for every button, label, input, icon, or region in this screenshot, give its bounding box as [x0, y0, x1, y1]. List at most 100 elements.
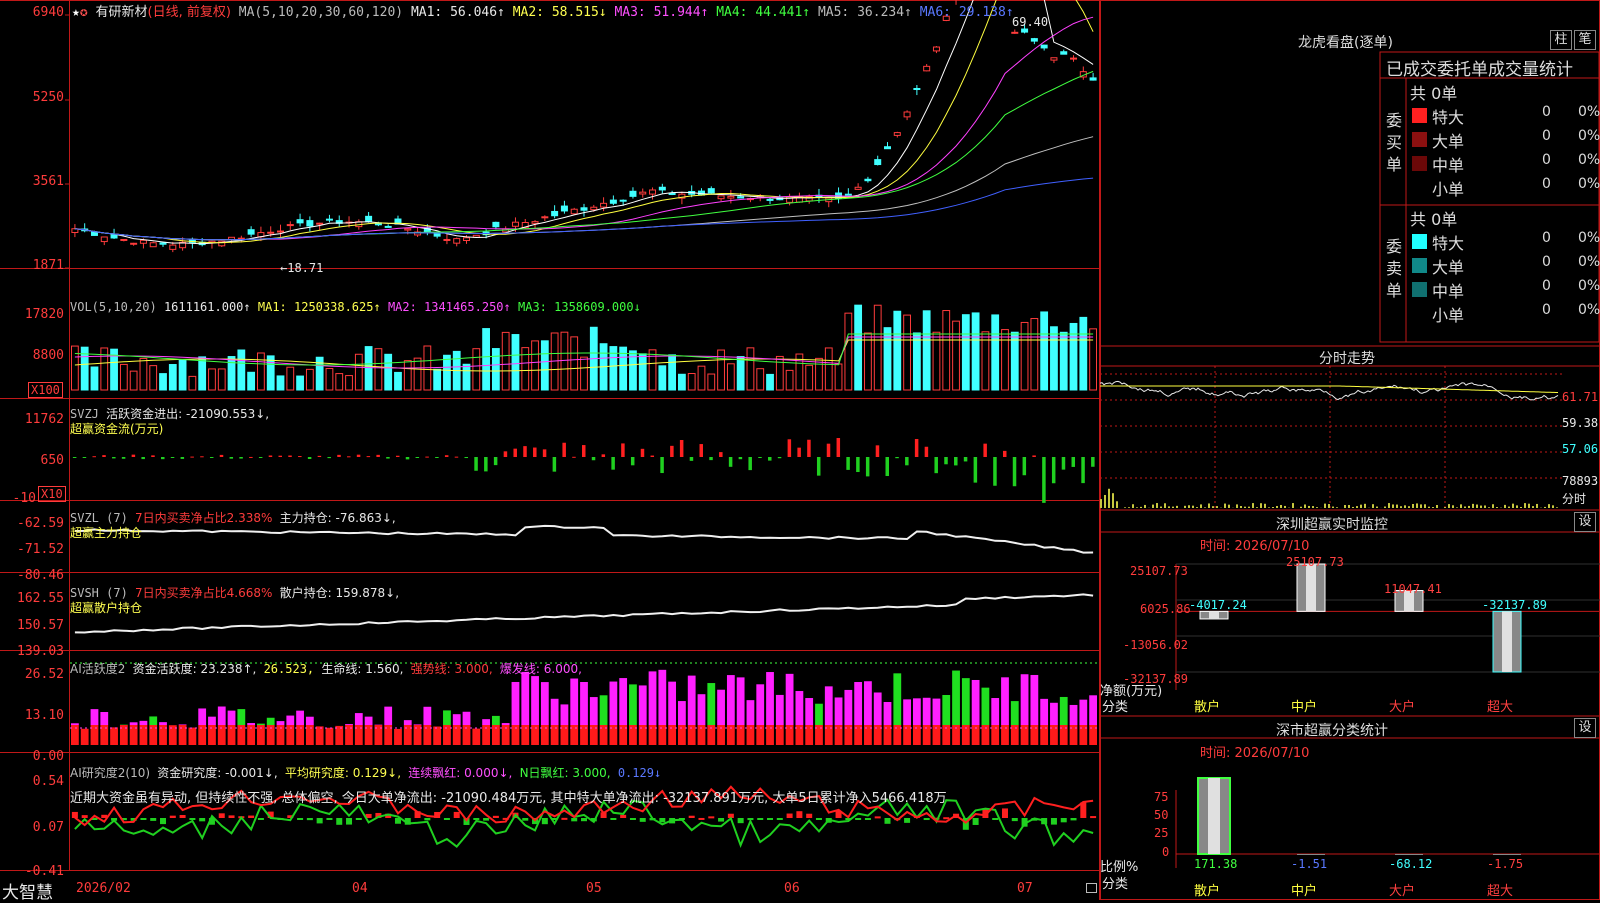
vol-unit-badge: X100 — [28, 382, 63, 398]
intraday-volume-bar — [1208, 503, 1210, 508]
flow-bar — [553, 457, 557, 472]
candle-body — [405, 229, 411, 230]
activity-bar — [91, 709, 99, 725]
buy-orders-label: 委买单 — [1386, 110, 1406, 176]
flow-bar — [445, 455, 449, 457]
volume-bar — [541, 341, 548, 390]
intraday-volume-bar — [1224, 504, 1226, 508]
sell-row-name-0: 特大 — [1432, 230, 1464, 254]
candle-body — [1022, 29, 1028, 32]
buy-row-name-1: 大单 — [1432, 128, 1464, 152]
flow-bar — [846, 457, 850, 470]
sz-monitor-settings-button[interactable]: 设 — [1574, 512, 1596, 532]
research-line-green — [75, 800, 1093, 847]
research-bar — [307, 818, 313, 820]
svzj-unit-badge: X10 — [38, 486, 66, 502]
ai-research-header: AI研究度2(10) 资金研究度: -0.001↓, 平均研究度: 0.129↓… — [70, 764, 661, 781]
flow-bar — [641, 449, 645, 457]
activity-bar — [815, 704, 823, 725]
svsh-subtitle: 超赢散户持仓 — [70, 599, 142, 616]
research-bar — [424, 818, 430, 820]
volume-bar — [444, 355, 451, 390]
intraday-volume-bar — [1300, 507, 1302, 508]
right-panel: 龙虎看盘(逐单) 柱 笔 已成交委托单成交量统计 委买单 共 0单 特大00%大… — [1100, 0, 1600, 900]
flow-bar — [748, 457, 752, 470]
intraday-volume-bar — [1436, 505, 1438, 508]
sz-monitor-bar-highlight — [1306, 564, 1316, 611]
flow-bar — [474, 457, 478, 471]
volume-bar — [414, 358, 421, 390]
intraday-volume-bar — [1528, 504, 1530, 508]
stock-chart-area[interactable]: ★✪ 有研新材(日线, 前复权) MA(5,10,20,30,60,120) M… — [0, 0, 1100, 900]
intraday-volume-bar — [1420, 504, 1422, 508]
sz-monitor-category-3: 超大 — [1487, 696, 1513, 715]
sz-stat-title: 深市超赢分类统计 — [1276, 720, 1388, 740]
volume-bar — [355, 354, 362, 390]
intraday-volume-bar — [1372, 504, 1374, 508]
intraday-volume-bar — [1552, 505, 1554, 508]
activity-bar — [737, 677, 745, 725]
intraday-volume-bar — [1328, 504, 1330, 508]
activity-bar — [1050, 703, 1058, 725]
alert-star-icon[interactable]: ✪ — [80, 5, 88, 20]
intraday-volume-bar — [1336, 507, 1338, 508]
intraday-volume-bar — [1544, 507, 1546, 508]
volume-bar — [346, 376, 353, 390]
intraday-volume-bar — [1112, 493, 1114, 508]
intraday-volume-bar — [1392, 504, 1394, 508]
activity-base-bar — [433, 727, 441, 745]
intraday-volume-bar — [1116, 501, 1118, 508]
candle-body — [767, 199, 773, 200]
activity-bar — [688, 676, 696, 725]
svzj-y-label-3: -10 — [0, 491, 36, 506]
tick-mode-button[interactable]: 笔 — [1574, 30, 1596, 50]
volume-bar — [228, 357, 235, 390]
intraday-volume-bar — [1408, 506, 1410, 508]
activity-bar — [1040, 699, 1048, 725]
intraday-volume-bar — [1172, 507, 1174, 508]
buy-row-n-0: 0 — [1542, 104, 1551, 120]
buy-swatch-2 — [1412, 156, 1427, 171]
intraday-volume-bar — [1176, 506, 1178, 508]
volume-bar — [904, 315, 911, 390]
candle-body — [875, 160, 881, 165]
candle-body — [297, 220, 303, 223]
activity-bar — [658, 670, 666, 725]
bar-mode-button[interactable]: 柱 — [1550, 30, 1572, 50]
activity-bar — [864, 681, 872, 725]
svzl-subtitle: 超赢主力持仓 — [70, 524, 142, 541]
sz-stat-bar — [1297, 854, 1325, 855]
intraday-volume-bar — [1508, 507, 1510, 508]
activity-bar — [443, 710, 451, 725]
favorite-star-icon[interactable]: ★ — [72, 5, 80, 20]
lock-icon[interactable] — [1086, 883, 1097, 893]
sell-row-n-3: 0 — [1542, 302, 1551, 318]
intraday-volume-bar — [1264, 504, 1266, 508]
candle-body — [512, 222, 518, 226]
flow-bar — [651, 456, 655, 457]
flow-bar — [1072, 457, 1076, 467]
intraday-price-1: 61.71 — [1562, 390, 1598, 404]
research-bar — [885, 818, 891, 824]
activity-bar — [404, 720, 412, 725]
activity-bar — [795, 691, 803, 725]
flow-bar — [210, 457, 214, 458]
flow-bar — [513, 449, 517, 457]
activity-bar — [1070, 705, 1078, 725]
flow-bar — [161, 457, 165, 459]
flow-bar — [768, 457, 772, 461]
research-bar — [992, 818, 998, 820]
intraday-volume-bar — [1236, 504, 1238, 508]
intraday-volume-bar — [1136, 507, 1138, 508]
volume-bar — [512, 335, 519, 390]
research-bar — [219, 813, 225, 818]
flow-bar — [1052, 457, 1056, 483]
sell-row-n-0: 0 — [1542, 230, 1551, 246]
flow-bar — [171, 457, 175, 458]
flow-bar — [386, 457, 390, 459]
research-bar — [620, 815, 626, 818]
intraday-volume-bar — [1468, 506, 1470, 508]
flow-bar — [347, 456, 351, 457]
activity-bar — [355, 713, 363, 725]
sz-stat-settings-button[interactable]: 设 — [1574, 718, 1596, 738]
